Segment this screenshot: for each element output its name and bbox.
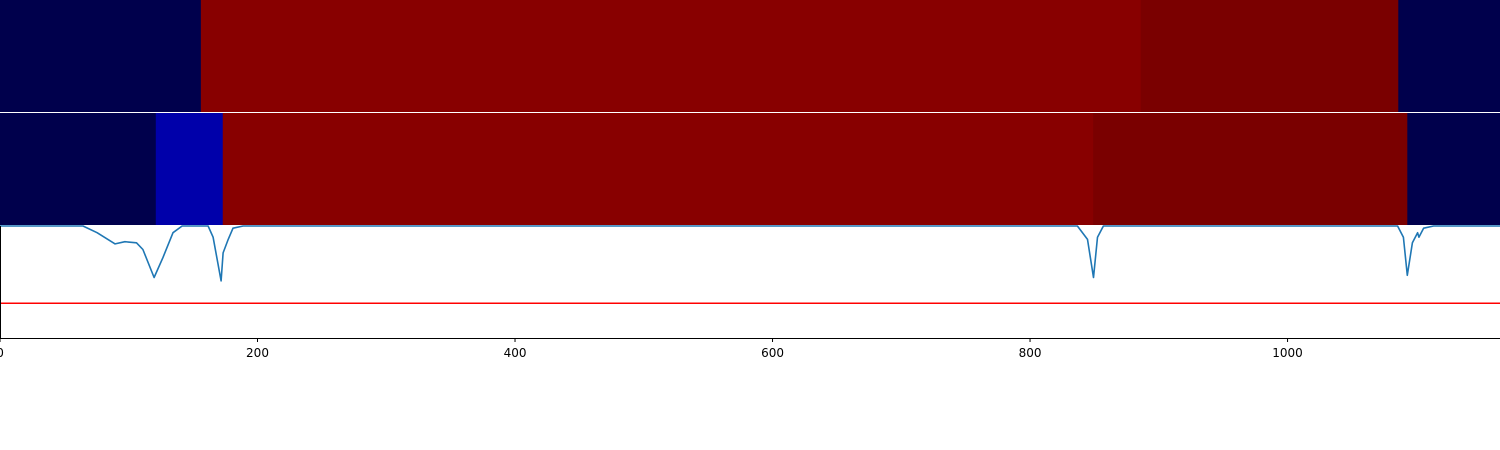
heatmap-row-1: [0, 0, 1500, 112]
x-tick-label: 200: [246, 346, 269, 360]
x-tick-label: 0: [0, 346, 4, 360]
heatmap-cell: [1093, 113, 1408, 225]
chart: 0 200 400 600 800 1000: [0, 0, 1500, 360]
x-tick-label: 1000: [1272, 346, 1303, 360]
x-tick-label: 400: [504, 346, 527, 360]
heatmap-cell: [200, 0, 1142, 112]
heatmap-cell: [1407, 113, 1500, 225]
heatmap-cell: [0, 113, 157, 225]
series-line: [0, 225, 1500, 282]
heatmap-cell: [1140, 0, 1399, 112]
heatmap-cell: [0, 0, 202, 112]
heatmap-cell: [155, 113, 224, 225]
heatmap-cell: [1398, 0, 1500, 112]
line-plot: [0, 225, 1500, 305]
heatmap-cell: [222, 113, 1094, 225]
x-tick-label: 600: [761, 346, 784, 360]
x-tick-label: 800: [1019, 346, 1042, 360]
heatmap-rows: [0, 0, 1500, 225]
heatmap-row-2: [0, 113, 1500, 225]
